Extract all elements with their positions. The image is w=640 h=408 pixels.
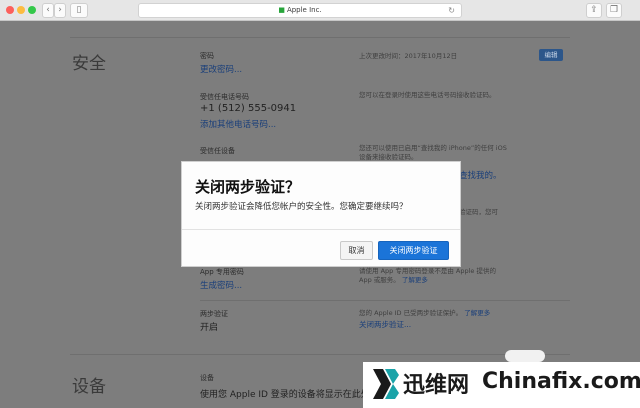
two-step-desc-text: 您的 Apple ID 已受两步验证保护。 xyxy=(359,309,463,317)
trusted-devices-label: 受信任设备 xyxy=(200,147,235,155)
devices-desc: 使用您 Apple ID 登录的设备将显示在此处 xyxy=(200,390,370,400)
dialog-message: 关闭两步验证会降低您帐户的安全性。您确定要继续吗？ xyxy=(195,202,408,212)
watermark-blur xyxy=(505,350,545,362)
two-step-desc: 您的 Apple ID 已受两步验证保护。 了解更多 xyxy=(359,309,490,318)
trusted-devices-desc2: 验证码，您可 xyxy=(459,208,498,217)
cancel-button[interactable]: 取消 xyxy=(340,241,373,260)
divider xyxy=(70,37,570,38)
password-label: 密码 xyxy=(200,52,214,60)
reload-icon[interactable]: ↻ xyxy=(448,4,455,17)
forward-button[interactable]: › xyxy=(54,3,66,18)
browser-toolbar: ‹ › ▯ ■ Apple Inc. ↻ ⇪ ❐ xyxy=(0,0,640,21)
divider xyxy=(200,300,570,301)
close-window-icon[interactable] xyxy=(6,6,14,14)
watermark-cn-text: 迅维网 xyxy=(403,373,470,398)
app-password-learn-more-link[interactable]: 了解更多 xyxy=(402,276,428,284)
devices-label: 设备 xyxy=(200,374,214,382)
app-password-desc-line2: App 或服务。 了解更多 xyxy=(359,276,428,285)
two-step-learn-more-link[interactable]: 了解更多 xyxy=(464,309,490,317)
tabs-button[interactable]: ❐ xyxy=(606,3,622,18)
zoom-window-icon[interactable] xyxy=(28,6,36,14)
tabs-icon: ❐ xyxy=(609,5,619,15)
trusted-phone-number: +1 (512) 555-0941 xyxy=(200,103,297,114)
app-password-desc-text: App 或服务。 xyxy=(359,276,400,284)
verification-code-tail: ，您可 xyxy=(478,208,499,216)
dialog-title: 关闭两步验证？ xyxy=(195,178,301,196)
chevron-right-icon: › xyxy=(58,5,62,15)
minimize-window-icon[interactable] xyxy=(17,6,25,14)
divider xyxy=(70,354,570,355)
find-my-link-text: 查找我的 xyxy=(459,171,494,181)
two-step-status: 开启 xyxy=(200,323,219,333)
watermark-en-text: Chinafix.com xyxy=(482,369,640,394)
two-step-label: 两步验证 xyxy=(200,310,228,318)
devices-section-title: 设备 xyxy=(72,377,106,397)
add-phone-link[interactable]: 添加其他电话号码... xyxy=(200,118,276,130)
back-button[interactable]: ‹ xyxy=(42,3,54,18)
trusted-phone-desc: 您可以在登录时使用这些电话号码接收验证码。 xyxy=(359,91,496,99)
app-password-label: App 专用密码 xyxy=(200,268,244,276)
turn-off-two-step-link[interactable]: 关闭两步验证... xyxy=(359,319,411,330)
app-password-desc-line1: 请使用 App 专用密码登录不是由 Apple 提供的 xyxy=(359,267,496,275)
edit-button[interactable]: 编辑 xyxy=(539,49,563,61)
chevron-left-icon: ‹ xyxy=(46,5,50,15)
change-password-link[interactable]: 更改密码... xyxy=(200,63,242,75)
lock-icon: ■ xyxy=(278,6,285,14)
trusted-phone-label: 受信任电话号码 xyxy=(200,93,249,101)
verification-code-text: 验证码 xyxy=(459,208,479,216)
sidebar-icon: ▯ xyxy=(76,5,82,15)
sidebar-button[interactable]: ▯ xyxy=(70,3,88,18)
address-text: Apple Inc. xyxy=(286,6,322,14)
watermark-logo-icon xyxy=(373,369,399,399)
turn-off-two-step-button[interactable]: 关闭两步验证 xyxy=(378,241,449,260)
generate-password-link[interactable]: 生成密码... xyxy=(200,279,242,291)
dialog-divider xyxy=(182,229,460,230)
share-icon: ⇪ xyxy=(590,5,598,15)
trusted-devices-desc-line1: 您还可以使用已启用“查找我的 iPhone”的任何 iOS xyxy=(359,144,507,152)
security-section-title: 安全 xyxy=(72,54,106,74)
share-button[interactable]: ⇪ xyxy=(586,3,602,18)
password-last-changed: 上次更改时间：2017年10月12日 xyxy=(359,52,458,60)
address-bar[interactable]: ■ Apple Inc. ↻ xyxy=(138,3,462,18)
find-my-link[interactable]: 查找我的。 xyxy=(459,169,502,181)
find-my-link-tail: 。 xyxy=(493,171,502,181)
turn-off-two-step-dialog: 关闭两步验证？ 关闭两步验证会降低您帐户的安全性。您确定要继续吗？ 取消 关闭两… xyxy=(181,161,461,267)
